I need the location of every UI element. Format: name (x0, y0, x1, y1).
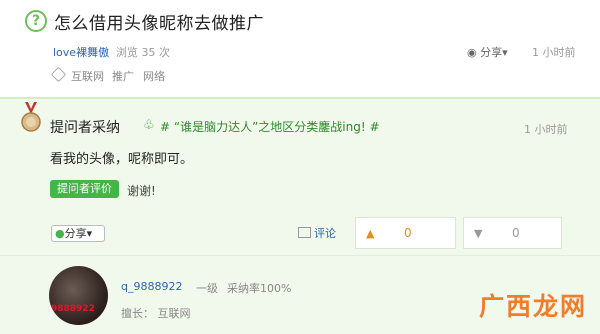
answer-text: 看我的头像，呢称即可。 (50, 152, 194, 167)
question-title: 怎么借用头像昵称去做推广 (54, 14, 264, 34)
asker-link[interactable]: love裸舞傲 (53, 44, 109, 60)
asker-evaluation-button[interactable]: 提问者评价 (50, 180, 119, 198)
upvote-button[interactable]: ▲ 0 (355, 217, 456, 249)
upvote-count: 0 (404, 226, 412, 240)
downvote-button[interactable]: ▼ 0 (463, 217, 562, 249)
answer-share-button[interactable]: ●分享▾ (51, 225, 105, 242)
answer-time: 1 小时前 (524, 123, 568, 136)
thumbs-up-icon: ▲ (366, 227, 375, 240)
accepted-label: 提问者采纳 (50, 120, 120, 136)
tag-item[interactable]: 互联网 (71, 68, 104, 84)
medal-icon (21, 102, 41, 132)
comment-button[interactable]: 评论 (314, 225, 336, 241)
avatar[interactable]: 9888922 (49, 266, 108, 325)
question-share-button[interactable]: ◉ 分享▾ (467, 44, 508, 60)
evaluation-text: 谢谢! (127, 184, 156, 198)
share-icon: ◉ (467, 46, 481, 59)
question-mark-icon: ? (25, 10, 47, 32)
watermark: 广西龙网 (479, 292, 588, 321)
view-count: 浏览 35 次 (116, 46, 170, 59)
answerer-name[interactable]: q_9888922 (121, 280, 182, 293)
downvote-count: 0 (512, 226, 520, 240)
expertise: 擅长： 互联网 (121, 307, 191, 320)
tag-item[interactable]: 推广 (112, 68, 134, 84)
avatar-text: 9888922 (51, 304, 95, 314)
share-label: 分享▾ (64, 227, 93, 240)
topic-link[interactable]: # “谁是脑力达人”之地区分类鏖战ing! # (160, 118, 380, 135)
answerer-level: 一级 (196, 282, 218, 295)
thumbs-down-icon: ▼ (474, 227, 483, 240)
share-label: 分享▾ (480, 46, 508, 59)
question-time: 1 小时前 (532, 46, 576, 59)
topic-icon: ♧ (143, 118, 155, 133)
wechat-icon: ● (55, 227, 65, 240)
adopt-rate: 采纳率100% (227, 282, 292, 295)
comment-icon (298, 227, 311, 238)
tag-item[interactable]: 网络 (143, 68, 165, 84)
